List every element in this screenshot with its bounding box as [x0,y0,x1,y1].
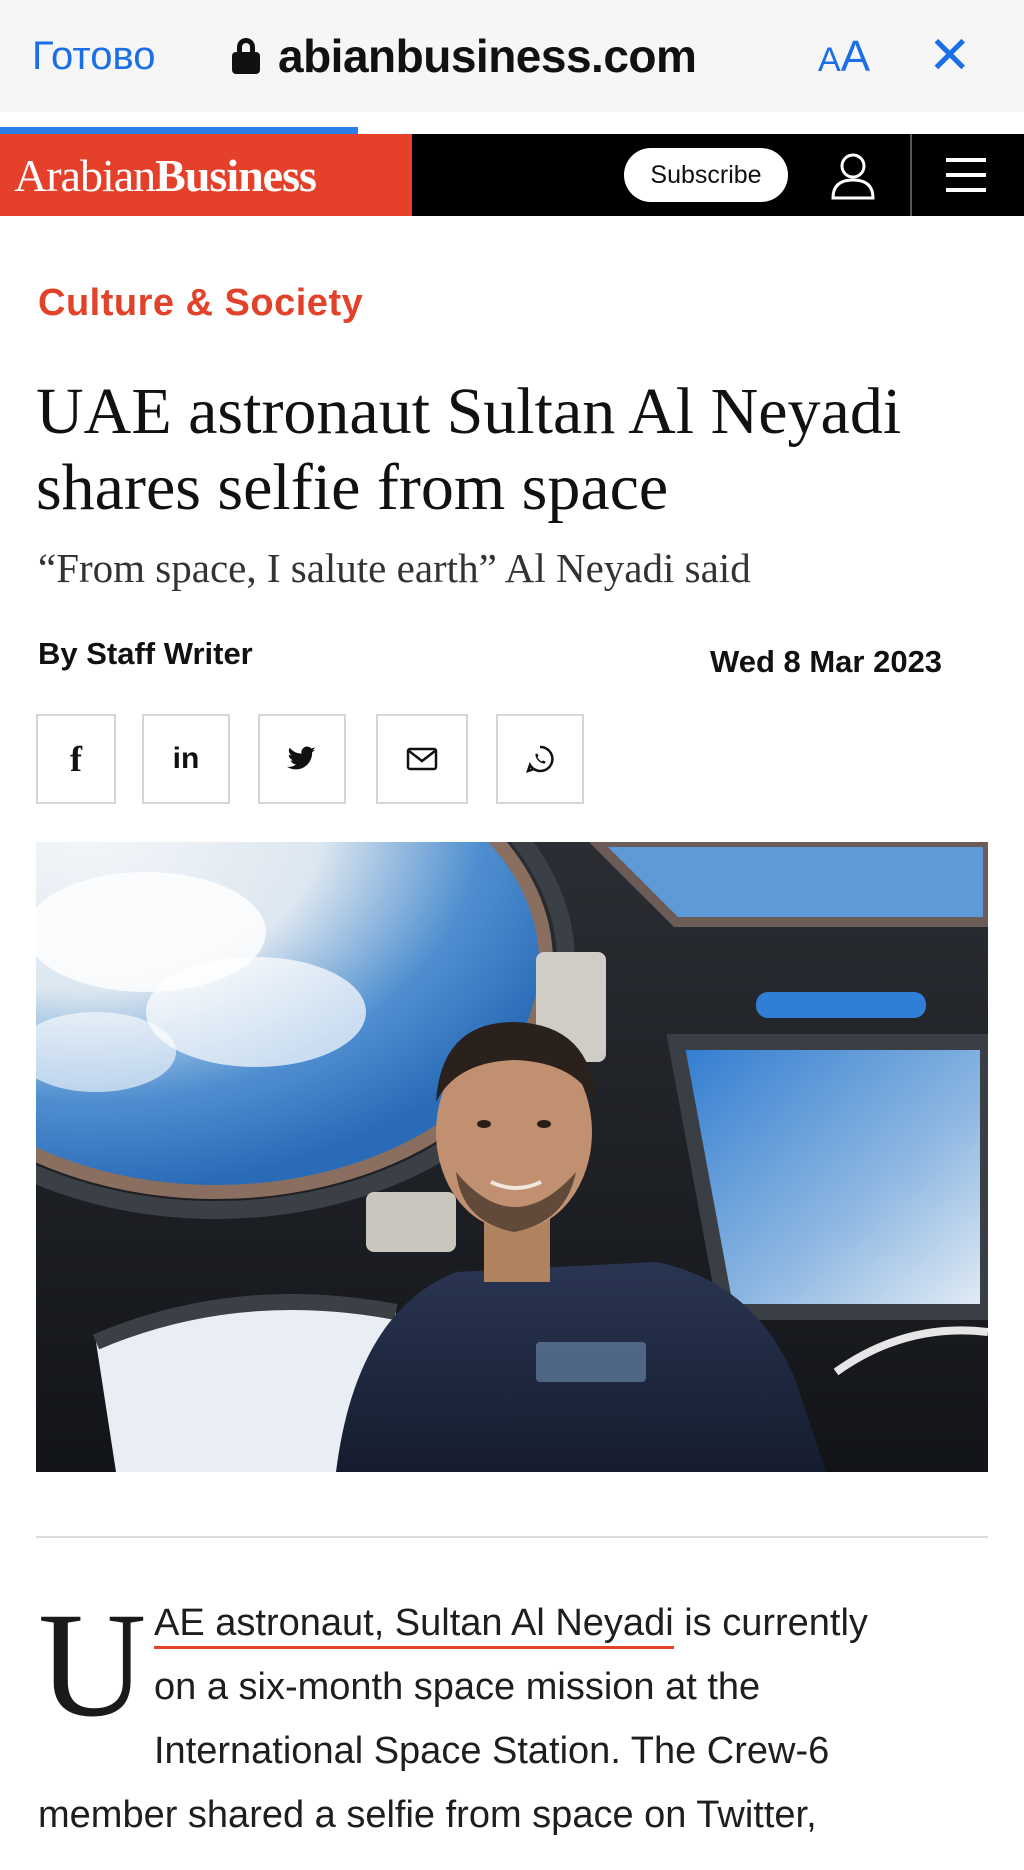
browser-toolbar: Готово abianbusiness.com AA ✕ [0,0,1024,112]
twitter-icon [287,746,316,770]
body-line-1-rest: is currently [673,1602,868,1644]
article-subhead: “From space, I salute earth” Al Neyadi s… [38,545,751,591]
share-linkedin-button[interactable]: in [142,714,230,804]
text-size-large-label: A [840,32,871,81]
share-twitter-button[interactable] [258,714,346,804]
header-divider [910,134,912,216]
text-size-small-label: A [818,41,841,79]
body-line-3: International Space Station. The Crew-6 [154,1730,830,1772]
article-byline: By Staff Writer [38,636,253,671]
text-size-button[interactable]: AA [818,32,870,82]
address-bar[interactable]: abianbusiness.com [232,28,697,84]
user-icon[interactable] [830,152,876,200]
url-text: abianbusiness.com [278,30,697,82]
menu-icon[interactable] [946,158,986,192]
logo-text-business: Business [155,149,317,201]
page-load-progress [0,127,359,134]
share-email-button[interactable] [376,714,468,804]
share-facebook-button[interactable]: f [36,714,116,804]
done-button[interactable]: Готово [32,34,156,79]
astronaut-profile-link[interactable]: AE astronaut, Sultan Al Neyadi [154,1602,674,1649]
article-category[interactable]: Culture & Society [38,282,363,325]
whatsapp-icon [526,745,554,773]
site-logo[interactable]: Arabian Business [0,134,412,216]
share-whatsapp-button[interactable] [496,714,584,804]
body-line-2: on a six-month space mission at the [154,1666,761,1708]
logo-text-arabian: Arabian [14,149,156,201]
body-line-1: AE astronaut, Sultan Al Neyadi is curren… [154,1602,868,1649]
article-date: Wed 8 Mar 2023 [710,644,943,679]
drop-cap: U [38,1582,147,1748]
lock-icon [232,36,260,76]
subscribe-button[interactable]: Subscribe [624,148,788,202]
section-divider [36,1536,988,1538]
linkedin-icon: in [172,742,200,775]
astronaut-selfie-image [36,842,988,1472]
site-header: Arabian Business Subscribe [0,134,1024,216]
article-headline: UAE astronaut Sultan Al Neyadi shares se… [36,375,902,524]
close-button[interactable]: ✕ [928,28,972,84]
email-icon [406,747,438,771]
facebook-icon: f [70,739,82,779]
body-line-4: member shared a selfie from space on Twi… [38,1794,817,1836]
article-photo[interactable] [36,842,988,1472]
